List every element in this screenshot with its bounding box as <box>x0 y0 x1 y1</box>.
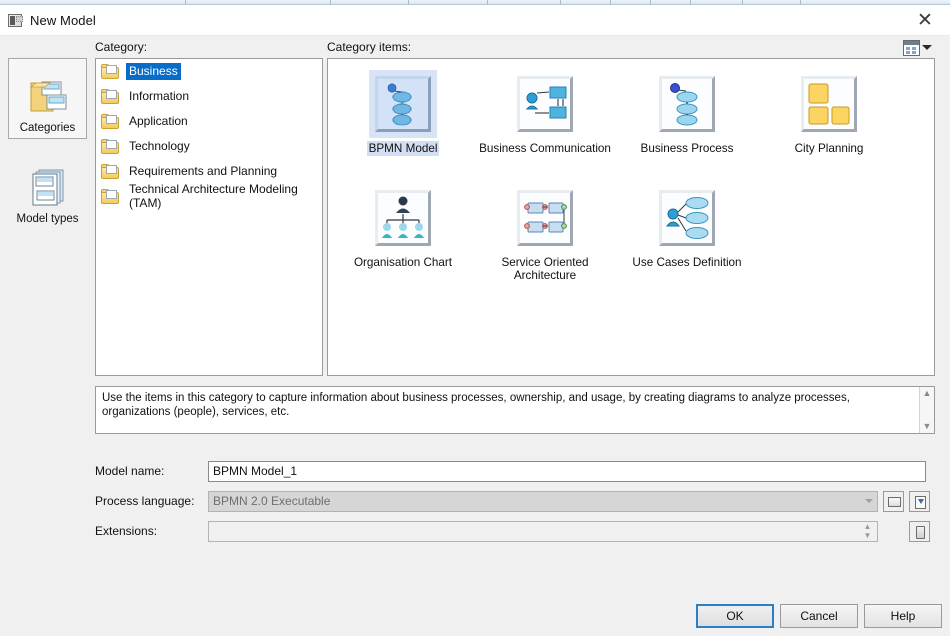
model-window-icon <box>8 13 23 27</box>
category-item-business-process[interactable]: Business Process <box>616 73 758 156</box>
category-item-organisation-chart[interactable]: Organisation Chart <box>332 187 474 270</box>
description-text: Use the items in this category to captur… <box>102 392 850 418</box>
import-button[interactable] <box>909 490 930 512</box>
process-language-dropdown[interactable]: BPMN 2.0 Executable <box>208 490 878 512</box>
browse-button[interactable] <box>909 520 930 542</box>
sidebar-item-model-types[interactable]: Model types <box>8 148 87 229</box>
description-scrollbar[interactable]: ▲ ▼ <box>919 387 934 433</box>
category-item-business-communication[interactable]: Business Communication <box>474 73 616 156</box>
category-label: Application <box>129 114 188 128</box>
category-item-label: City Planning <box>794 142 864 155</box>
ok-button[interactable]: OK <box>696 604 774 628</box>
category-item-bpmn-model[interactable]: BPMN Model <box>332 70 474 156</box>
category-item-service-oriented-architecture[interactable]: Service Oriented Architecture <box>474 187 616 283</box>
category-label: Technical Architecture Modeling (TAM) <box>129 182 298 210</box>
category-item-label: Use Cases Definition <box>632 256 742 269</box>
browse-icon <box>916 525 925 539</box>
organisation-chart-icon <box>372 187 434 249</box>
extensions-row: Extensions: ▲ ▼ <box>95 520 935 542</box>
service-oriented-architecture-icon <box>514 187 576 249</box>
category-row[interactable]: Technical Architecture Modeling (TAM) <box>96 182 322 210</box>
window-title: New Model <box>30 12 96 28</box>
sidebar-item-label: Model types <box>16 213 79 225</box>
open-folder-icon <box>888 496 901 507</box>
model-name-label: Model name: <box>95 464 165 478</box>
cancel-button[interactable]: Cancel <box>780 604 858 628</box>
category-item-use-cases-definition[interactable]: Use Cases Definition <box>616 187 758 270</box>
folder-icon <box>101 189 119 204</box>
view-mode-button[interactable] <box>903 38 941 57</box>
business-process-icon <box>656 73 718 135</box>
chevron-down-icon <box>922 45 932 50</box>
title-bar: New Model ✕ <box>0 5 950 35</box>
new-model-dialog: New Model ✕ Categories Model types Categ… <box>0 0 950 636</box>
folder-icon <box>101 64 119 79</box>
category-label: Information <box>129 89 190 103</box>
category-items-caption: Category items: <box>327 40 412 54</box>
bpmn-model-icon <box>369 70 437 138</box>
use-cases-definition-icon <box>656 187 718 249</box>
model-form: Model name: BPMN Model_1 Process languag… <box>95 450 935 542</box>
scroll-down-icon[interactable]: ▼ <box>923 422 932 431</box>
extensions-label: Extensions: <box>95 524 158 538</box>
sidebar-item-label: Categories <box>19 122 76 134</box>
business-communication-icon <box>514 73 576 135</box>
sidebar-item-categories[interactable]: Categories <box>8 58 87 139</box>
spinner-icon[interactable]: ▲ ▼ <box>862 522 873 540</box>
process-language-value: BPMN 2.0 Executable <box>213 494 331 508</box>
help-button[interactable]: Help <box>864 604 942 628</box>
category-items-panel[interactable]: BPMN Model Business Communication Busine… <box>327 58 935 376</box>
category-items-grid: BPMN Model Business Communication Busine… <box>328 59 934 375</box>
extensions-input[interactable]: ▲ ▼ <box>208 520 878 542</box>
process-language-label: Process language: <box>95 494 195 508</box>
folder-icon <box>101 114 119 129</box>
category-item-label: Service Oriented Architecture <box>501 256 589 282</box>
sidebar: Categories Model types <box>8 58 88 238</box>
model-name-value: BPMN Model_1 <box>213 464 298 478</box>
import-arrow-icon <box>918 498 924 504</box>
view-mode-icon <box>903 39 920 56</box>
category-row[interactable]: Business <box>96 59 322 84</box>
model-types-icon <box>25 164 71 210</box>
chevron-down-icon <box>865 499 873 503</box>
category-item-label: Business Communication <box>479 142 611 155</box>
category-label: Technology <box>129 139 190 153</box>
scroll-up-icon[interactable]: ▲ <box>923 389 932 398</box>
category-item-label: Organisation Chart <box>353 256 453 269</box>
category-item-city-planning[interactable]: City Planning <box>758 73 900 156</box>
open-folder-button[interactable] <box>883 490 904 512</box>
category-item-label: Business Process <box>640 142 734 155</box>
categories-icon <box>25 73 71 119</box>
category-label: Business <box>126 63 181 80</box>
description-box: Use the items in this category to captur… <box>95 386 935 434</box>
category-row[interactable]: Information <box>96 84 322 109</box>
category-item-label: BPMN Model <box>366 141 440 156</box>
folder-icon <box>101 164 119 179</box>
process-language-row: Process language: BPMN 2.0 Executable <box>95 490 935 512</box>
category-row[interactable]: Application <box>96 109 322 134</box>
category-list[interactable]: Business Information Application Technol… <box>95 58 323 376</box>
close-icon[interactable]: ✕ <box>906 7 944 33</box>
model-name-row: Model name: BPMN Model_1 <box>95 460 935 482</box>
category-label: Requirements and Planning <box>129 164 278 178</box>
dialog-buttons: OK Cancel Help <box>0 604 950 634</box>
dialog-body: Categories Model types Category: Categor… <box>0 36 950 636</box>
city-planning-icon <box>798 73 860 135</box>
category-caption: Category: <box>95 40 148 54</box>
folder-icon <box>101 89 119 104</box>
category-row[interactable]: Technology <box>96 134 322 159</box>
folder-icon <box>101 139 119 154</box>
model-name-input[interactable]: BPMN Model_1 <box>208 460 926 482</box>
